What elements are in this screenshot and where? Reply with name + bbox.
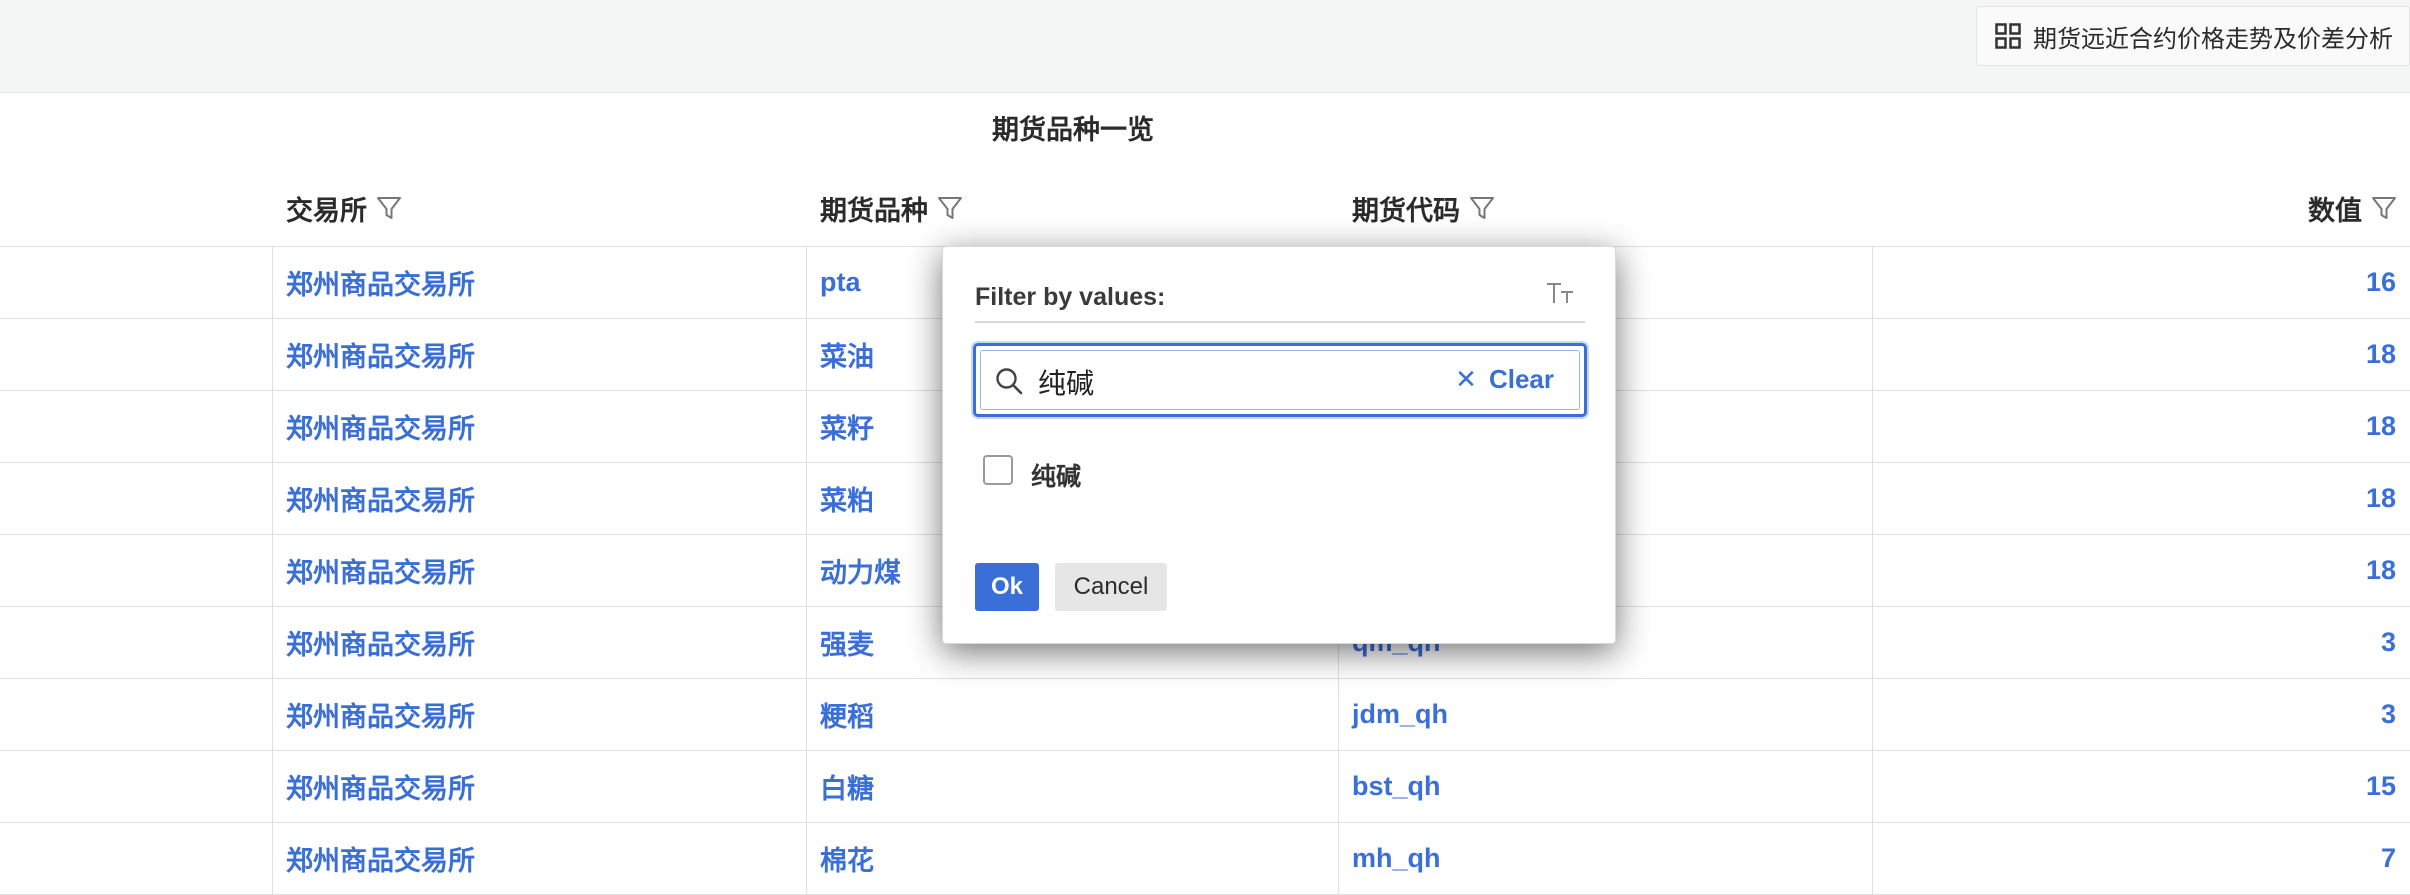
- cell-value[interactable]: 3: [2100, 694, 2396, 734]
- cell-exchange[interactable]: 郑州商品交易所: [286, 550, 475, 590]
- close-icon: ✕: [1455, 364, 1477, 394]
- cell-value[interactable]: 18: [2100, 334, 2396, 374]
- column-header-label: 交易所: [286, 195, 367, 226]
- column-header-code[interactable]: 期货代码: [1352, 188, 1496, 228]
- cell-variety[interactable]: 棉花: [820, 838, 874, 878]
- column-header-label: 期货代码: [1352, 195, 1460, 226]
- option-label[interactable]: 纯碱: [1031, 457, 1081, 493]
- column-header-exchange[interactable]: 交易所: [286, 188, 403, 228]
- cell-value[interactable]: 15: [2100, 766, 2396, 806]
- filter-by-values-label: Filter by values:: [975, 283, 1166, 311]
- column-divider: [806, 246, 807, 894]
- dialog-divider: [975, 321, 1585, 323]
- filter-search-input[interactable]: 纯碱 ✕ Clear: [973, 343, 1587, 417]
- filter-icon[interactable]: [375, 194, 403, 222]
- clear-label: Clear: [1488, 364, 1554, 394]
- cell-variety[interactable]: 白糖: [820, 766, 874, 806]
- row-divider: [0, 750, 2410, 751]
- cell-code[interactable]: mh_qh: [1352, 838, 1441, 878]
- filter-icon[interactable]: [1468, 194, 1496, 222]
- cell-value[interactable]: 7: [2100, 838, 2396, 878]
- table-title: 期货品种一览: [992, 115, 1154, 145]
- cell-exchange[interactable]: 郑州商品交易所: [286, 838, 475, 878]
- cell-exchange[interactable]: 郑州商品交易所: [286, 766, 475, 806]
- cell-exchange[interactable]: 郑州商品交易所: [286, 334, 475, 374]
- cell-exchange[interactable]: 郑州商品交易所: [286, 262, 475, 302]
- column-header-value[interactable]: 数值: [2100, 188, 2398, 228]
- cell-variety[interactable]: 菜籽: [820, 406, 874, 446]
- cell-value[interactable]: 18: [2100, 550, 2396, 590]
- grid-icon: [1995, 23, 2021, 49]
- row-divider: [0, 822, 2410, 823]
- cell-variety[interactable]: pta: [820, 262, 861, 302]
- cell-variety[interactable]: 粳稻: [820, 694, 874, 734]
- cell-exchange[interactable]: 郑州商品交易所: [286, 478, 475, 518]
- filter-dialog: Filter by values: 纯碱 ✕ Clear 纯碱 Ok Cance…: [942, 246, 1616, 644]
- cell-variety[interactable]: 菜粕: [820, 478, 874, 518]
- cell-variety[interactable]: 动力煤: [820, 550, 901, 590]
- column-divider: [272, 246, 273, 894]
- column-header-label: 数值: [2308, 195, 2362, 226]
- cell-value[interactable]: 16: [2100, 262, 2396, 302]
- search-value[interactable]: 纯碱: [1038, 362, 1094, 402]
- ok-button[interactable]: Ok: [975, 563, 1039, 611]
- top-toolbar: 期货远近合约价格走势及价差分析: [0, 0, 2410, 93]
- cell-code[interactable]: jdm_qh: [1352, 694, 1448, 734]
- cell-code[interactable]: bst_qh: [1352, 766, 1441, 806]
- row-divider: [0, 678, 2410, 679]
- futures-analysis-label: 期货远近合约价格走势及价差分析: [2033, 25, 2393, 53]
- text-size-icon[interactable]: [1545, 281, 1577, 307]
- filter-icon[interactable]: [2370, 194, 2398, 222]
- column-divider: [1872, 246, 1873, 894]
- cell-variety[interactable]: 强麦: [820, 622, 874, 662]
- cell-value[interactable]: 18: [2100, 478, 2396, 518]
- column-header-variety[interactable]: 期货品种: [820, 188, 964, 228]
- clear-button[interactable]: ✕ Clear: [1455, 364, 1554, 395]
- cell-exchange[interactable]: 郑州商品交易所: [286, 406, 475, 446]
- cell-variety[interactable]: 菜油: [820, 334, 874, 374]
- cell-exchange[interactable]: 郑州商品交易所: [286, 622, 475, 662]
- option-checkbox[interactable]: [983, 455, 1013, 485]
- cell-value[interactable]: 3: [2100, 622, 2396, 662]
- cancel-button[interactable]: Cancel: [1055, 563, 1167, 611]
- futures-analysis-button[interactable]: 期货远近合约价格走势及价差分析: [1976, 6, 2410, 66]
- cell-value[interactable]: 18: [2100, 406, 2396, 446]
- search-icon: [996, 368, 1023, 395]
- cell-exchange[interactable]: 郑州商品交易所: [286, 694, 475, 734]
- filter-icon[interactable]: [936, 194, 964, 222]
- column-header-label: 期货品种: [820, 195, 928, 226]
